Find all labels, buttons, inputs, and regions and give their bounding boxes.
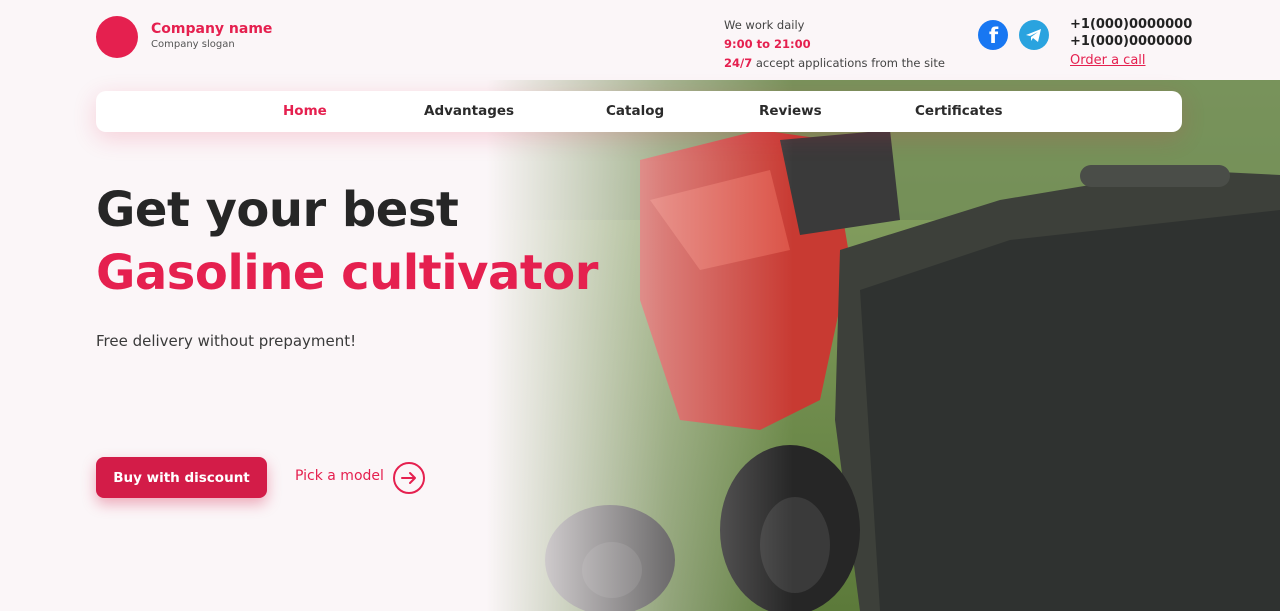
phone-number[interactable]: +1(000)0000000 [1070, 16, 1192, 33]
nav-item-advantages[interactable]: Advantages [424, 103, 514, 119]
applications-text: accept applications from the site [752, 56, 945, 70]
nav-item-catalog[interactable]: Catalog [606, 103, 664, 119]
hero-title-highlight: Gasoline cultivator [96, 245, 598, 301]
company-slogan: Company slogan [151, 39, 235, 50]
work-time: 9:00 to 21:00 [724, 37, 811, 51]
phone-numbers: +1(000)0000000 +1(000)0000000 [1070, 16, 1192, 50]
hero-title: Get your best [96, 182, 459, 238]
company-logo[interactable] [96, 16, 138, 58]
order-call-link[interactable]: Order a call [1070, 53, 1146, 68]
facebook-icon[interactable]: f [978, 20, 1008, 50]
work-label: We work daily [724, 18, 805, 32]
applications-info: 24/7 accept applications from the site [724, 54, 945, 73]
nav-item-reviews[interactable]: Reviews [759, 103, 822, 119]
nav-item-certificates[interactable]: Certificates [915, 103, 1003, 119]
nav-item-home[interactable]: Home [283, 103, 327, 119]
work-hours: We work daily 9:00 to 21:00 24/7 accept … [724, 16, 945, 73]
buy-with-discount-button[interactable]: Buy with discount [96, 457, 267, 498]
pick-model-link[interactable]: Pick a model [295, 468, 384, 484]
telegram-icon[interactable] [1019, 20, 1049, 50]
phone-number[interactable]: +1(000)0000000 [1070, 33, 1192, 50]
hero-subtitle: Free delivery without prepayment! [96, 332, 357, 350]
svg-text:f: f [989, 24, 999, 48]
applications-highlight: 24/7 [724, 56, 753, 70]
arrow-right-icon[interactable] [393, 462, 425, 494]
company-name: Company name [151, 21, 273, 37]
main-nav: Home Advantages Catalog Reviews Certific… [96, 91, 1182, 132]
